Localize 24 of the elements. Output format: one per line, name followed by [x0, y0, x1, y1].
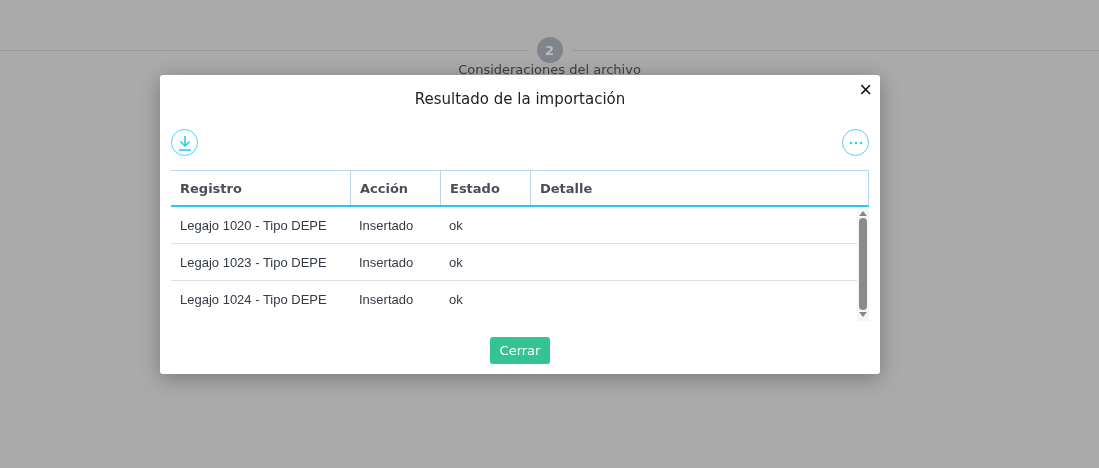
column-header: Registro — [179, 179, 243, 198]
scroll-down-icon — [859, 312, 867, 317]
table-cell-text: ok — [448, 290, 464, 309]
download-button[interactable] — [171, 129, 198, 156]
scroll-up-icon — [859, 211, 867, 216]
table-cell-text: Legajo 1020 - Tipo DEPE — [179, 216, 328, 235]
dialog-title: Resultado de la importación — [414, 90, 626, 108]
table-cell-text: Legajo 1023 - Tipo DEPE — [179, 253, 328, 272]
table-cell-text: Insertado — [358, 290, 415, 309]
table-cell-text: ok — [448, 253, 464, 272]
scrollbar[interactable] — [857, 207, 869, 321]
table-cell-text: Insertado — [358, 253, 415, 272]
step-label: Consideraciones del archivo — [458, 63, 641, 77]
column-header: Estado — [440, 171, 530, 205]
column-header: Detalle — [530, 171, 868, 205]
download-icon — [177, 134, 192, 151]
column-header: Acción — [350, 171, 440, 205]
more-button[interactable] — [842, 129, 869, 156]
step-number: 2 — [536, 37, 563, 63]
table-cell-text: ok — [448, 216, 464, 235]
table-cell-text: Legajo 1024 - Tipo DEPE — [179, 290, 328, 309]
more-icon — [848, 140, 863, 145]
table-cell-text: Insertado — [358, 216, 415, 235]
close-button[interactable]: × — [859, 77, 872, 103]
